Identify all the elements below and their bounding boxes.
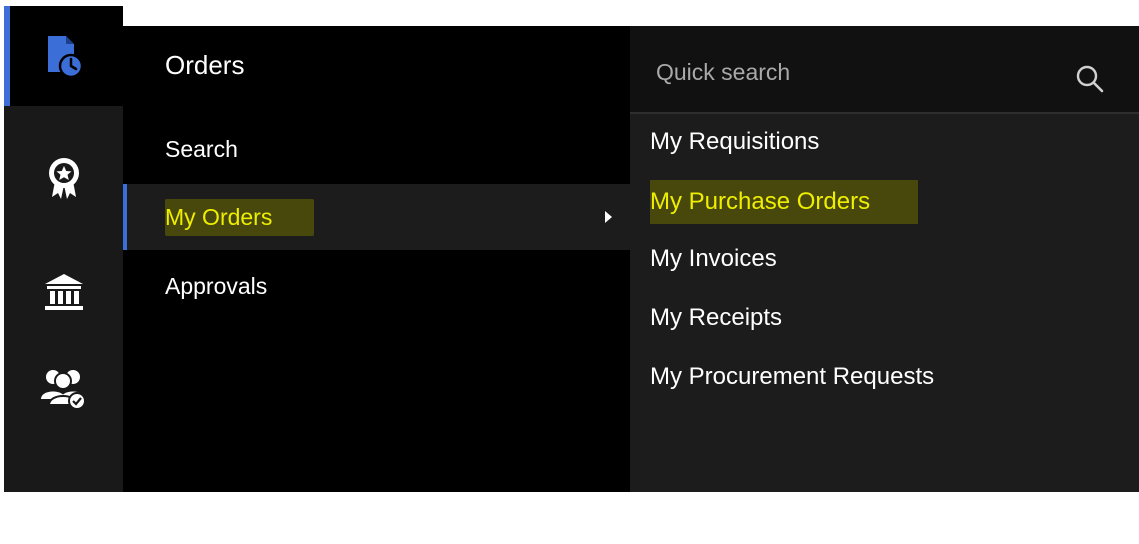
users-check-icon [40,365,88,411]
bar-chart-icon [49,501,79,531]
menu-item-my-orders[interactable]: My Orders [123,184,630,250]
submenu-item-my-purchase-orders[interactable]: My Purchase Orders [650,180,919,224]
submenu-item-my-procurement-requests[interactable]: My Procurement Requests [650,357,934,397]
orders-clock-icon [42,32,86,80]
menu-item-approvals[interactable]: Approvals [123,253,630,319]
rail-item-orders[interactable] [4,6,123,106]
bank-icon [43,272,85,312]
search-icon[interactable] [1075,64,1105,99]
rail-item-reports[interactable] [4,444,123,544]
quick-search-bar [630,26,1139,114]
menu-item-search[interactable]: Search [123,116,630,182]
search-input[interactable] [654,52,1058,92]
rail-item-awards[interactable] [4,128,123,228]
my-orders-submenu: My Requisitions My Purchase Orders My In… [630,26,1139,492]
submenu-item-my-requisitions[interactable]: My Requisitions [650,122,819,162]
rail-item-finance[interactable] [4,242,123,342]
rail-item-people[interactable] [4,338,123,438]
award-badge-icon [44,155,84,201]
orders-menu: Orders Search My Orders Approvals [123,26,630,492]
menu-item-label: My Orders [165,198,315,236]
submenu-item-my-invoices[interactable]: My Invoices [650,239,777,279]
menu-item-label: Approvals [165,272,268,299]
menu-title: Orders [165,50,245,80]
chevron-right-icon [605,211,612,223]
menu-item-label: Search [165,135,238,162]
submenu-item-my-receipts[interactable]: My Receipts [650,298,782,338]
icon-rail [4,6,123,531]
